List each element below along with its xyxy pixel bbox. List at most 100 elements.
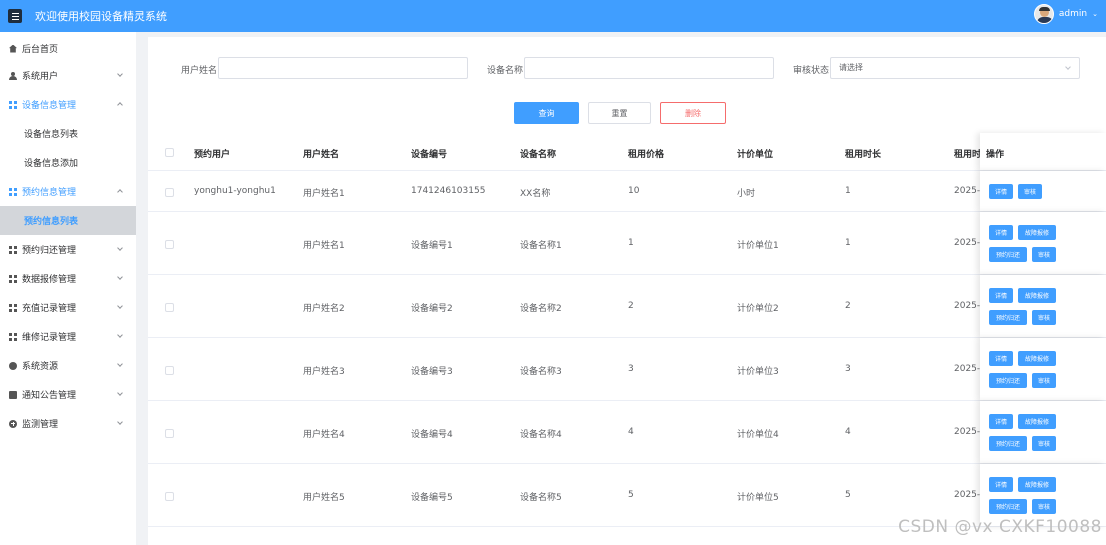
detail-button[interactable]: 详情	[989, 288, 1013, 303]
sidebar-item-label: 系统用户	[22, 72, 59, 82]
table-cell: 5	[628, 490, 634, 500]
table-cell: 2025-0	[954, 490, 980, 500]
col-header: 设备名称	[520, 150, 557, 160]
audit-button[interactable]: 审核	[1032, 247, 1056, 262]
sidebar-item-label: 监测管理	[22, 420, 59, 430]
table-cell: 用户姓名3	[303, 367, 345, 377]
sidebar-item-return[interactable]: 预约归还管理	[0, 235, 136, 264]
table-cell: 1	[845, 186, 851, 196]
col-header: 租用时长	[845, 150, 882, 160]
detail-button[interactable]: 详情	[989, 477, 1013, 492]
row-checkbox[interactable]	[165, 366, 174, 375]
user-name[interactable]: admin	[1059, 9, 1087, 19]
sidebar-item-recharge[interactable]: 充值记录管理	[0, 293, 136, 322]
row-actions: 详情 故障报修预约归还 审核	[980, 275, 1106, 337]
reserve-return-button[interactable]: 预约归还	[989, 436, 1027, 451]
grid-icon	[9, 100, 17, 109]
row-checkbox[interactable]	[165, 492, 174, 501]
sidebar-item-reserve[interactable]: 预约信息管理	[0, 177, 136, 206]
sidebar-subitem-device-add[interactable]: 设备信息添加	[0, 148, 136, 177]
table-header: 预约用户 用户姓名 设备编号 设备名称 租用价格 计价单位 租用时长 租用时间 …	[148, 133, 1106, 171]
detail-button[interactable]: 详情	[989, 225, 1013, 240]
sidebar-item-monitor[interactable]: 监测管理	[0, 409, 136, 438]
table-cell: 设备编号2	[411, 304, 453, 314]
chevron-down-icon	[117, 332, 123, 338]
table-cell: 设备名称3	[520, 367, 562, 377]
sidebar-item-label: 后台首页	[22, 45, 59, 55]
sidebar-item-resource[interactable]: 系统资源	[0, 351, 136, 380]
detail-button[interactable]: 详情	[989, 184, 1013, 199]
col-header: 设备编号	[411, 150, 448, 160]
table-cell: 设备编号1	[411, 241, 453, 251]
reset-button[interactable]: 重置	[588, 102, 651, 124]
reserve-return-button[interactable]: 预约归还	[989, 310, 1027, 325]
row-checkbox[interactable]	[165, 429, 174, 438]
table-cell: 2025-0	[954, 364, 980, 374]
table-cell: 小时	[737, 189, 756, 199]
hamburger-icon[interactable]	[8, 9, 22, 23]
sidebar-item-sys-user[interactable]: 系统用户	[0, 61, 136, 90]
reserve-return-button[interactable]: 预约归还	[989, 247, 1027, 262]
sidebar-item-label: 充值记录管理	[22, 304, 77, 314]
sidebar: 后台首页 系统用户 设备信息管理 设备信息列表 设备信息添加 预约信息管理 预约…	[0, 32, 136, 545]
reserve-return-button[interactable]: 预约归还	[989, 499, 1027, 514]
table-row: 用户姓名2设备编号2设备名称22计价单位222025-0详情故障报修预约归还审核	[148, 275, 1106, 338]
device-name-label: 设备名称	[487, 66, 524, 76]
fault-report-button[interactable]: 故障报修	[1018, 288, 1056, 303]
sidebar-item-notice[interactable]: 通知公告管理	[0, 380, 136, 409]
watermark: CSDN @vx CXKF10088	[898, 517, 1102, 537]
caret-down-icon[interactable]: ⌄	[1092, 10, 1098, 18]
user-menu[interactable]: admin ⌄	[1033, 4, 1098, 24]
table-cell: 设备名称5	[520, 493, 562, 503]
table-cell: yonghu1-yonghu1	[194, 186, 276, 196]
fault-report-button[interactable]: 故障报修	[1018, 414, 1056, 429]
grid-icon	[9, 187, 17, 196]
audit-button[interactable]: 审核	[1032, 310, 1056, 325]
table-cell: XX名称	[520, 189, 551, 199]
table-cell: 用户姓名4	[303, 430, 345, 440]
sidebar-item-label: 通知公告管理	[22, 391, 77, 401]
document-icon	[9, 390, 17, 399]
avatar[interactable]	[1033, 4, 1054, 24]
audit-button[interactable]: 审核	[1032, 436, 1056, 451]
chevron-down-icon	[1065, 64, 1071, 70]
detail-button[interactable]: 详情	[989, 414, 1013, 429]
select-all-checkbox[interactable]	[165, 148, 174, 157]
sidebar-item-repair[interactable]: 维修记录管理	[0, 322, 136, 351]
audit-button[interactable]: 审核	[1032, 373, 1056, 388]
fault-report-button[interactable]: 故障报修	[1018, 477, 1056, 492]
fault-report-button[interactable]: 故障报修	[1018, 351, 1056, 366]
row-checkbox[interactable]	[165, 303, 174, 312]
device-name-input[interactable]	[524, 57, 774, 79]
audit-button[interactable]: 审核	[1032, 499, 1056, 514]
row-checkbox[interactable]	[165, 188, 174, 197]
table-cell: 设备名称1	[520, 241, 562, 251]
fault-report-button[interactable]: 故障报修	[1018, 225, 1056, 240]
gear-icon	[9, 361, 17, 370]
audit-status-select[interactable]: 请选择	[830, 57, 1080, 79]
action-buttons: 查询 重置 删除	[148, 102, 1106, 124]
table-cell: 设备编号3	[411, 367, 453, 377]
table-cell: 设备名称2	[520, 304, 562, 314]
sidebar-item-device[interactable]: 设备信息管理	[0, 90, 136, 119]
table-cell: 计价单位3	[737, 367, 779, 377]
audit-button[interactable]: 审核	[1018, 184, 1042, 199]
sidebar-item-data[interactable]: 数据报修管理	[0, 264, 136, 293]
grid-icon	[9, 303, 17, 312]
home-icon	[9, 44, 17, 53]
reservation-table: 预约用户 用户姓名 设备编号 设备名称 租用价格 计价单位 租用时长 租用时间 …	[148, 133, 1106, 527]
detail-button[interactable]: 详情	[989, 351, 1013, 366]
row-checkbox[interactable]	[165, 240, 174, 249]
sidebar-subitem-device-list[interactable]: 设备信息列表	[0, 119, 136, 148]
reserve-return-button[interactable]: 预约归还	[989, 373, 1027, 388]
chevron-down-icon	[117, 245, 123, 251]
sidebar-subitem-reserve-list[interactable]: 预约信息列表	[0, 206, 136, 235]
table-cell: 设备编号4	[411, 430, 453, 440]
grid-icon	[9, 245, 17, 254]
table-cell: 2025-0	[954, 427, 980, 437]
sidebar-item-home[interactable]: 后台首页	[0, 34, 136, 63]
delete-button[interactable]: 删除	[660, 102, 726, 124]
user-name-input[interactable]	[218, 57, 468, 79]
query-button[interactable]: 查询	[514, 102, 579, 124]
table-cell: 5	[845, 490, 851, 500]
